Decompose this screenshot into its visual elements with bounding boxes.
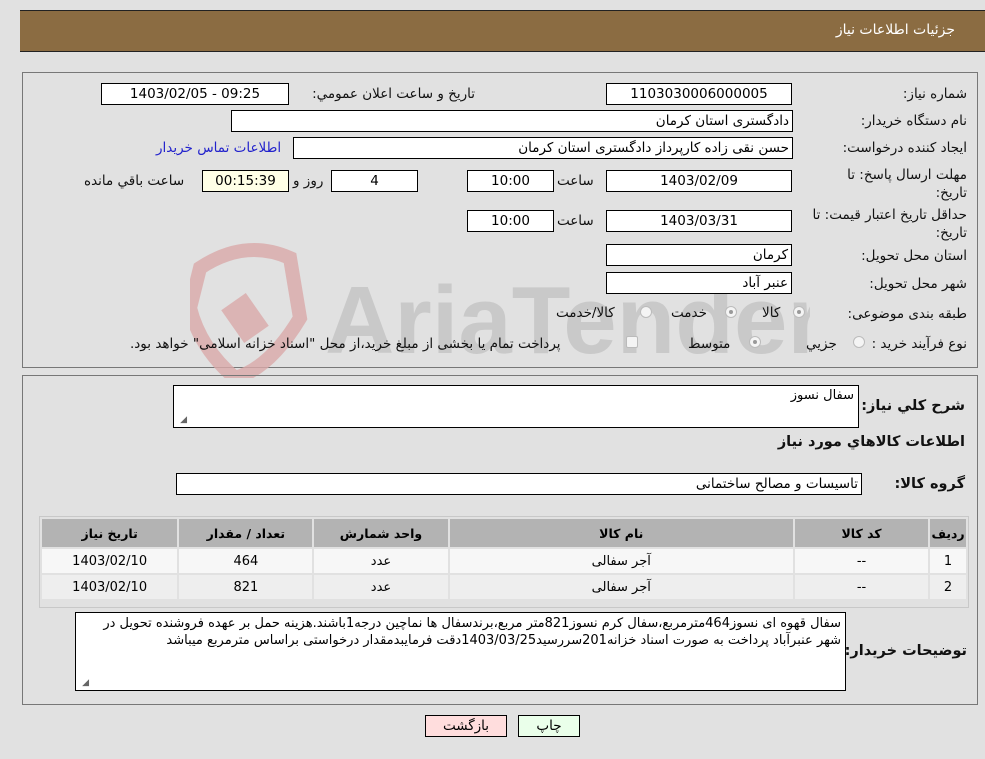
- col-header-row-number: رديف: [930, 519, 966, 547]
- cell-goods-name: آجر سفالی: [449, 575, 793, 599]
- cell-row-number: 2: [930, 575, 966, 599]
- back-button[interactable]: بازگشت: [425, 715, 507, 737]
- category-label: طبقه بندی موضوعی:: [847, 306, 967, 322]
- days-label: روز و: [293, 173, 324, 189]
- category-option-goods-service: کالا/خدمت: [556, 305, 615, 321]
- deadline-time-label: ساعت: [557, 173, 594, 189]
- col-header-goods-name: نام کالا: [449, 519, 793, 547]
- announce-datetime-field: 1403/02/05 - 09:25: [101, 83, 289, 105]
- goods-table: رديف کد کالا نام کالا واحد شمارش تعداد /…: [40, 517, 968, 601]
- deadline-label: مهلت ارسال پاسخ: تا تاریخ:: [847, 167, 967, 201]
- cell-quantity: 821: [179, 575, 313, 599]
- buyer-notes-text: سفال قهوه ای نسوز464مترمربع،سفال کرم نسو…: [103, 616, 841, 648]
- goods-group-label: گروه کالا:: [894, 476, 965, 492]
- category-radio-service[interactable]: [725, 306, 737, 318]
- category-radio-goods-service[interactable]: [640, 306, 652, 318]
- col-header-quantity: تعداد / مقدار: [179, 519, 313, 547]
- process-radio-minor[interactable]: [853, 336, 865, 348]
- cell-need-date: 1403/02/10: [42, 549, 178, 573]
- cell-goods-name: آجر سفالی: [449, 549, 793, 573]
- price-validity-label: حداقل تاریخ اعتبار قیمت: تا تاریخ:: [812, 207, 967, 241]
- cell-unit: عدد: [314, 575, 448, 599]
- price-validity-time-field: 10:00: [467, 210, 554, 232]
- page-title: جزئیات اطلاعات نیاز: [835, 22, 955, 38]
- province-label: استان محل تحویل:: [861, 248, 967, 264]
- price-validity-date-field: 1403/03/31: [606, 210, 792, 232]
- category-option-service: خدمت: [671, 305, 707, 321]
- resize-grip-icon[interactable]: ◢: [177, 415, 187, 425]
- goods-table-header-row: رديف کد کالا نام کالا واحد شمارش تعداد /…: [42, 519, 966, 547]
- col-header-unit: واحد شمارش: [314, 519, 448, 547]
- creator-label: ایجاد کننده درخواست:: [842, 140, 967, 156]
- need-summary-label: شرح کلي نياز:: [861, 398, 965, 414]
- city-field: عنبر آباد: [606, 272, 792, 294]
- need-summary-field[interactable]: سفال نسوز ◢: [173, 385, 859, 428]
- price-validity-time-label: ساعت: [557, 213, 594, 229]
- treasury-payment-checkbox[interactable]: [626, 336, 638, 348]
- category-radio-goods[interactable]: [793, 306, 805, 318]
- cell-goods-code: --: [794, 575, 929, 599]
- cell-row-number: 1: [930, 549, 966, 573]
- time-remaining-field: 00:15:39: [202, 170, 289, 192]
- goods-info-heading: اطلاعات کالاهاي مورد نياز: [777, 434, 965, 450]
- resize-grip-icon[interactable]: ◢: [79, 678, 89, 688]
- city-label: شهر محل تحویل:: [869, 276, 967, 292]
- deadline-time-field: 10:00: [467, 170, 554, 192]
- col-header-need-date: تاريخ نياز: [42, 519, 178, 547]
- need-number-label: شماره نیاز:: [902, 86, 967, 102]
- days-remaining-field: 4: [331, 170, 418, 192]
- need-summary-text: سفال نسوز: [790, 388, 854, 403]
- col-header-goods-code: کد کالا: [794, 519, 929, 547]
- page-header: جزئیات اطلاعات نیاز: [20, 10, 985, 52]
- cell-unit: عدد: [314, 549, 448, 573]
- print-button[interactable]: چاپ: [518, 715, 580, 737]
- treasury-payment-note: پرداخت تمام یا بخشی از مبلغ خرید،از محل …: [130, 336, 561, 352]
- buyer-notes-field[interactable]: سفال قهوه ای نسوز464مترمربع،سفال کرم نسو…: [75, 612, 846, 691]
- process-type-label: نوع فرآیند خرید :: [871, 336, 967, 352]
- deadline-date-field: 1403/02/09: [606, 170, 792, 192]
- cell-goods-code: --: [794, 549, 929, 573]
- goods-group-field: تاسیسات و مصالح ساختمانی: [176, 473, 862, 495]
- province-field: کرمان: [606, 244, 792, 266]
- table-row: 1 -- آجر سفالی عدد 464 1403/02/10: [42, 549, 966, 573]
- announce-datetime-label: تاریخ و ساعت اعلان عمومي:: [312, 86, 475, 102]
- process-option-medium: متوسط: [688, 336, 731, 352]
- buyer-org-label: نام دستگاه خریدار:: [860, 113, 967, 129]
- buyer-notes-label: توضیحات خریدار:: [844, 643, 967, 659]
- cell-quantity: 464: [179, 549, 313, 573]
- time-remaining-label: ساعت باقي مانده: [84, 173, 185, 189]
- buyer-contact-link[interactable]: اطلاعات تماس خریدار: [156, 140, 281, 156]
- buyer-org-field: دادگستری استان کرمان: [231, 110, 793, 132]
- category-option-goods: کالا: [762, 305, 781, 321]
- cell-need-date: 1403/02/10: [42, 575, 178, 599]
- process-radio-medium[interactable]: [749, 336, 761, 348]
- creator-field: حسن نقی زاده کارپرداز دادگستری استان کرم…: [293, 137, 793, 159]
- table-row: 2 -- آجر سفالی عدد 821 1403/02/10: [42, 575, 966, 599]
- need-number-field: 1103030006000005: [606, 83, 792, 105]
- process-option-minor: جزيي: [806, 336, 837, 352]
